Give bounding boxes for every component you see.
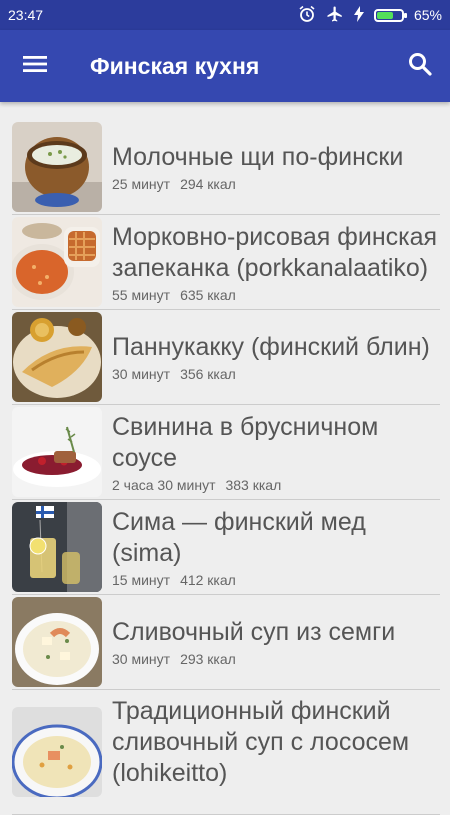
menu-button[interactable] [0, 30, 70, 102]
alarm-icon [298, 5, 316, 26]
battery-icon [373, 8, 407, 22]
recipe-name: Морковно-рисовая финская запеканка (pork… [112, 222, 438, 282]
recipe-calories: 635 ккал [180, 286, 236, 303]
airplane-icon [326, 5, 344, 26]
recipe-thumbnail [12, 597, 102, 687]
search-button[interactable] [390, 30, 450, 102]
status-bar: 23:47 65% [0, 0, 450, 30]
recipe-name: Сливочный суп из семги [112, 618, 396, 646]
recipe-name: Свинина в брусничном соусе [112, 412, 379, 472]
recipe-calories: 412 ккал [180, 571, 236, 588]
recipe-thumbnail [12, 407, 102, 497]
recipe-thumbnail [12, 217, 102, 307]
recipe-calories: 294 ккал [180, 176, 236, 192]
recipe-list-item[interactable]: Паннукакку (финский блин) 30 минут 356 кк… [12, 310, 440, 405]
recipe-name: Традиционный финский сливочный суп с лос… [112, 697, 410, 787]
recipe-list-item[interactable]: Свинина в брусничном соусе 2 часа 30 мин… [12, 405, 440, 500]
recipe-list-item[interactable]: Молочные щи по-фински 25 минут 294 ккал [12, 120, 440, 215]
recipe-calories: 383 ккал [225, 476, 282, 493]
recipe-time: 25 минут [112, 176, 171, 192]
recipe-list-item[interactable]: Сливочный суп из семги 30 минут 293 ккал [12, 595, 440, 690]
battery-percent: 65% [413, 7, 442, 23]
recipe-name: Молочные щи по-фински [112, 143, 404, 171]
recipe-name: Сима — финский мед (sima) [112, 507, 366, 567]
recipe-time: 2 часа 30 минут [112, 476, 216, 493]
recipe-name: Паннукакку (финский блин) [112, 333, 430, 361]
recipe-thumbnail [12, 122, 102, 212]
search-icon [407, 51, 433, 82]
recipe-thumbnail [12, 312, 102, 402]
recipe-thumbnail [12, 707, 102, 797]
charging-icon [353, 5, 364, 25]
recipe-time: 30 минут [112, 651, 171, 667]
status-time: 23:47 [8, 7, 44, 23]
recipe-calories: 293 ккал [180, 651, 236, 667]
recipe-time: 15 минут [112, 571, 171, 588]
app-bar: Финская кухня [0, 30, 450, 102]
recipe-time: 30 минут [112, 366, 171, 382]
recipe-calories: 356 ккал [180, 366, 236, 382]
hamburger-menu-icon [22, 54, 48, 79]
recipe-list-item[interactable]: Морковно-рисовая финская запеканка (pork… [12, 215, 440, 310]
recipe-time: 55 минут [112, 286, 171, 303]
battery-level [376, 11, 393, 19]
recipe-list-item[interactable]: Традиционный финский сливочный суп с лос… [12, 690, 440, 815]
recipe-list: Молочные щи по-фински 25 минут 294 ккал М… [0, 120, 450, 815]
page-title: Финская кухня [90, 52, 260, 79]
recipe-thumbnail [12, 502, 102, 592]
recipe-list-item[interactable]: Сима — финский мед (sima) 15 минут 412 кк… [12, 500, 440, 595]
